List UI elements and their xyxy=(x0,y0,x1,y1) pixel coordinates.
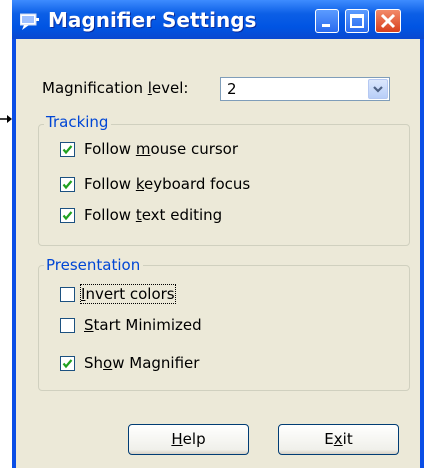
checkmark-icon xyxy=(62,211,73,221)
follow-text-editing-checkbox[interactable] xyxy=(60,208,75,223)
checkmark-icon xyxy=(62,145,73,155)
presentation-legend: Presentation xyxy=(44,256,144,274)
show-magnifier-checkbox[interactable] xyxy=(60,356,75,371)
minimize-icon xyxy=(322,24,330,27)
show-magnifier-label[interactable]: Show Magnifier xyxy=(84,354,199,372)
close-icon xyxy=(380,13,396,29)
access-key: H xyxy=(171,430,183,448)
follow-mouse-cursor-checkbox[interactable] xyxy=(60,142,75,157)
dropdown-button[interactable] xyxy=(368,79,388,99)
chevron-down-icon xyxy=(373,86,383,93)
label-text: eyboard focus xyxy=(143,175,251,193)
title-bar[interactable]: Magnifier Settings xyxy=(12,0,424,39)
minimize-button[interactable] xyxy=(315,9,339,33)
maximize-button[interactable] xyxy=(345,9,369,33)
label-text: E xyxy=(324,430,334,448)
arrow-pointer-icon xyxy=(0,115,12,123)
label-text: evel: xyxy=(151,79,189,97)
follow-keyboard-focus-checkbox[interactable] xyxy=(60,177,75,192)
invert-colors-checkbox[interactable] xyxy=(60,287,75,302)
label-text: it xyxy=(342,430,353,448)
access-key: S xyxy=(84,316,94,334)
magnifier-settings-window: Magnifier Settings Magnification level: … xyxy=(12,0,424,468)
window-title: Magnifier Settings xyxy=(48,8,257,32)
label-text: nvert colors xyxy=(85,285,175,303)
follow-text-editing-label[interactable]: Follow text editing xyxy=(84,206,222,224)
label-text: Follow xyxy=(84,206,136,224)
magnification-level-select[interactable]: 2 xyxy=(220,77,390,101)
label-text: elp xyxy=(182,430,206,448)
exit-button[interactable]: Exit xyxy=(278,424,399,455)
help-button[interactable]: Help xyxy=(128,424,249,455)
follow-keyboard-focus-label[interactable]: Follow keyboard focus xyxy=(84,175,250,193)
start-minimized-checkbox[interactable] xyxy=(60,318,75,333)
label-text: ext editing xyxy=(141,206,223,224)
checkmark-icon xyxy=(62,359,73,369)
access-key: x xyxy=(333,430,343,448)
access-key: m xyxy=(135,140,151,158)
magnifier-app-icon xyxy=(20,13,39,30)
label-text: Follow xyxy=(84,175,136,193)
desktop-strip xyxy=(0,0,12,468)
label-text: w Magnifier xyxy=(112,354,200,372)
tracking-legend: Tracking xyxy=(44,113,112,131)
label-text: Follow xyxy=(84,140,136,158)
magnification-level-value: 2 xyxy=(227,80,237,98)
dialog-client-area xyxy=(16,39,420,468)
magnification-level-label: Magnification level: xyxy=(42,79,188,97)
label-text: ouse cursor xyxy=(150,140,239,158)
access-key: o xyxy=(103,354,113,372)
label-text: Sh xyxy=(84,354,104,372)
label-text: Magnification xyxy=(42,79,148,97)
label-text: tart Minimized xyxy=(93,316,202,334)
follow-mouse-cursor-label[interactable]: Follow mouse cursor xyxy=(84,140,238,158)
maximize-icon xyxy=(350,14,364,28)
close-button[interactable] xyxy=(375,9,401,33)
start-minimized-label[interactable]: Start Minimized xyxy=(84,316,202,334)
access-key: k xyxy=(135,175,144,193)
invert-colors-label[interactable]: Invert colors xyxy=(80,284,176,304)
checkmark-icon xyxy=(62,180,73,190)
